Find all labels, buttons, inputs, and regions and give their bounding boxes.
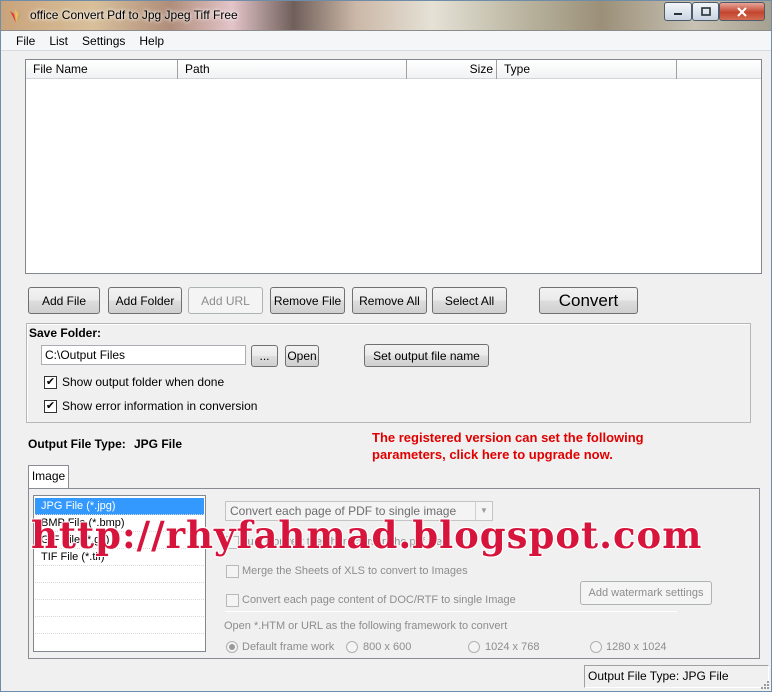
- browse-folder-button[interactable]: ...: [251, 345, 278, 367]
- minimize-icon: [674, 12, 682, 15]
- output-type-value: JPG File: [134, 437, 183, 451]
- title-bar[interactable]: office Convert Pdf to Jpg Jpeg Tiff Free: [1, 1, 771, 31]
- framework-1280-label: 1280 x 1024: [606, 641, 667, 653]
- convert-button[interactable]: Convert: [539, 287, 638, 314]
- list-item: [35, 617, 204, 634]
- pdf-mode-value: Convert each page of PDF to single image: [230, 504, 457, 518]
- file-list[interactable]: File Name Path Size Type: [25, 59, 762, 274]
- upgrade-link[interactable]: The registered version can set the follo…: [372, 429, 702, 463]
- list-item: [35, 583, 204, 600]
- framework-1024-label: 1024 x 768: [485, 641, 540, 653]
- status-output-type: Output File Type: JPG File: [584, 665, 769, 688]
- tab-image[interactable]: Image: [28, 465, 69, 488]
- close-button[interactable]: [719, 2, 765, 21]
- watermark-settings-button[interactable]: Add watermark settings: [580, 581, 712, 605]
- list-item: [35, 600, 204, 617]
- close-icon: [737, 6, 747, 17]
- divider: [225, 611, 677, 612]
- convert-doc-rtf-checkbox[interactable]: [226, 594, 239, 607]
- show-output-folder-label: Show output folder when done: [62, 375, 225, 389]
- open-folder-button[interactable]: Open: [285, 345, 319, 367]
- file-type-gif[interactable]: GIF File (*.gif): [35, 532, 204, 549]
- output-type-label: Output File Type:: [28, 437, 126, 451]
- remove-all-button[interactable]: Remove All: [352, 287, 427, 314]
- framework-1024-radio[interactable]: [468, 641, 480, 653]
- file-type-jpg[interactable]: JPG File (*.jpg): [35, 498, 204, 515]
- menu-bar: File List Settings Help: [1, 31, 771, 51]
- file-type-tif[interactable]: TIF File (*.tif): [35, 549, 204, 566]
- just-convert-chars-label: Just Convert the characters in the pdf f…: [242, 536, 442, 548]
- framework-label: Open *.HTM or URL as the following frame…: [224, 620, 508, 632]
- app-logo-icon: [10, 9, 22, 23]
- framework-default-radio[interactable]: [226, 641, 238, 653]
- add-url-button[interactable]: Add URL: [188, 287, 263, 314]
- framework-default-label: Default frame work: [242, 641, 335, 653]
- main-window: office Convert Pdf to Jpg Jpeg Tiff Free…: [0, 0, 772, 692]
- merge-xls-checkbox[interactable]: [226, 565, 239, 578]
- column-size[interactable]: Size: [407, 60, 497, 79]
- framework-1280-radio[interactable]: [590, 641, 602, 653]
- maximize-button[interactable]: [692, 2, 719, 21]
- show-error-info-checkbox[interactable]: ✔: [44, 400, 57, 413]
- maximize-icon: [700, 7, 711, 16]
- just-convert-chars-checkbox[interactable]: [226, 536, 239, 549]
- file-type-bmp[interactable]: BMP File (*.bmp): [35, 515, 204, 532]
- add-folder-button[interactable]: Add Folder: [108, 287, 182, 314]
- show-output-folder-checkbox[interactable]: ✔: [44, 376, 57, 389]
- show-error-info-label: Show error information in conversion: [62, 399, 258, 413]
- select-all-button[interactable]: Select All: [432, 287, 507, 314]
- menu-help[interactable]: Help: [132, 34, 171, 48]
- remove-file-button[interactable]: Remove File: [270, 287, 345, 314]
- list-item: [35, 566, 204, 583]
- framework-800-radio[interactable]: [346, 641, 358, 653]
- chevron-down-icon: ▼: [475, 502, 492, 520]
- window-title: office Convert Pdf to Jpg Jpeg Tiff Free: [30, 8, 238, 22]
- set-output-name-button[interactable]: Set output file name: [364, 344, 489, 367]
- menu-settings[interactable]: Settings: [75, 34, 132, 48]
- list-item: [35, 634, 204, 651]
- convert-doc-rtf-label: Convert each page content of DOC/RTF to …: [242, 594, 516, 606]
- add-file-button[interactable]: Add File: [28, 287, 100, 314]
- menu-list[interactable]: List: [42, 34, 75, 48]
- file-type-list[interactable]: JPG File (*.jpg) BMP File (*.bmp) GIF Fi…: [33, 495, 206, 652]
- column-path[interactable]: Path: [178, 60, 407, 79]
- column-file-name[interactable]: File Name: [26, 60, 178, 79]
- file-list-header: File Name Path Size Type: [26, 60, 761, 79]
- save-folder-label: Save Folder:: [29, 326, 102, 340]
- framework-800-label: 800 x 600: [363, 641, 412, 653]
- column-type[interactable]: Type: [497, 60, 677, 79]
- pdf-mode-select[interactable]: Convert each page of PDF to single image…: [225, 501, 493, 521]
- resize-grip-icon[interactable]: [758, 678, 770, 690]
- menu-file[interactable]: File: [9, 34, 42, 48]
- minimize-button[interactable]: [664, 2, 692, 21]
- save-folder-input[interactable]: C:\Output Files: [41, 345, 246, 365]
- merge-xls-label: Merge the Sheets of XLS to convert to Im…: [242, 565, 468, 577]
